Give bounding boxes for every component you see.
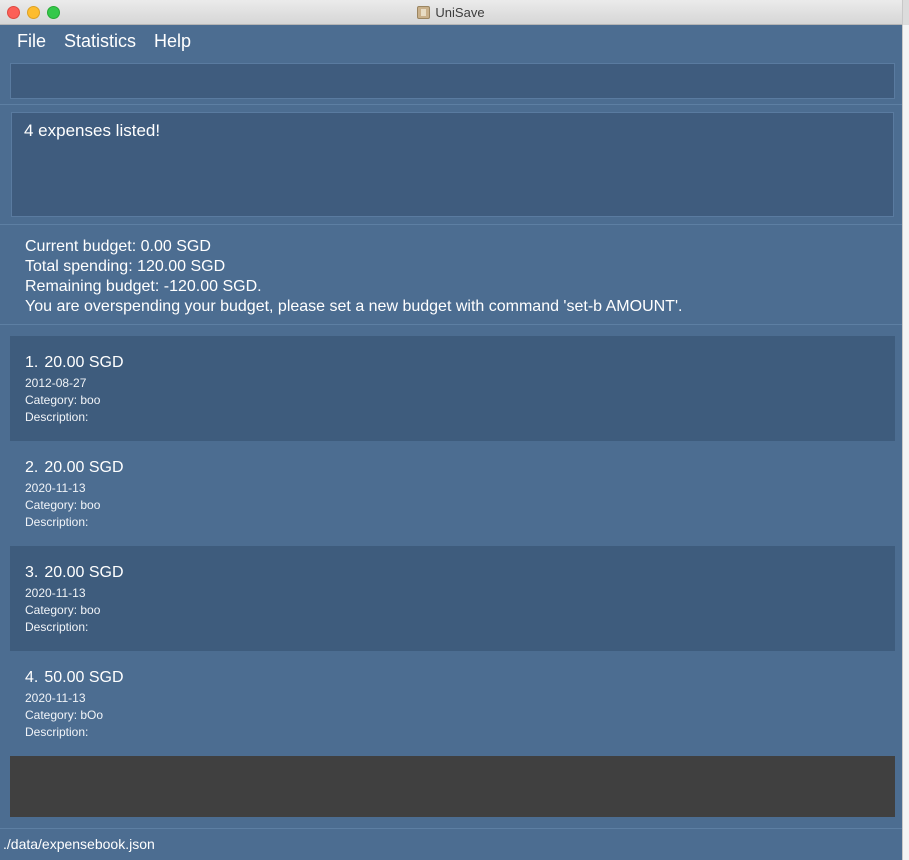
expense-amount: 20.00 SGD: [44, 459, 124, 476]
expense-header: 4. 50.00 SGD: [25, 669, 880, 687]
divider: [0, 104, 902, 105]
menu-help[interactable]: Help: [145, 25, 200, 58]
divider: [0, 324, 902, 325]
expense-card[interactable]: 2. 20.00 SGD 2020-11-13 Category: boo Des…: [10, 441, 895, 546]
expense-amount: 50.00 SGD: [44, 669, 124, 686]
expense-header: 1. 20.00 SGD: [25, 354, 880, 372]
expense-index: 3.: [25, 564, 39, 581]
expense-date: 2020-11-13: [25, 481, 86, 495]
total-spending: Total spending: 120.00 SGD: [25, 258, 226, 275]
app-window: UniSave File Statistics Help 4 expenses …: [0, 0, 902, 860]
expense-category: Category: bOo: [25, 708, 104, 722]
command-input[interactable]: [10, 63, 895, 99]
expense-header: 3. 20.00 SGD: [25, 564, 880, 582]
budget-panel: Current budget: 0.00 SGD Total spending:…: [25, 237, 682, 317]
background-window-edge: [902, 0, 909, 860]
divider: [0, 224, 902, 225]
result-display: 4 expenses listed!: [11, 112, 894, 217]
overspending-warning: You are overspending your budget, please…: [25, 298, 683, 315]
expense-date: 2012-08-27: [25, 376, 87, 390]
expense-category: Category: boo: [25, 498, 101, 512]
current-budget: Current budget: 0.00 SGD: [25, 238, 211, 255]
status-bar-path: ./data/expensebook.json: [3, 836, 155, 852]
expense-description: Description:: [25, 410, 89, 424]
expense-amount: 20.00 SGD: [44, 564, 124, 581]
menu-statistics[interactable]: Statistics: [55, 25, 145, 58]
expense-index: 4.: [25, 669, 39, 686]
bottom-panel: [10, 756, 895, 817]
expense-header: 2. 20.00 SGD: [25, 459, 880, 477]
remaining-budget: Remaining budget: -120.00 SGD.: [25, 278, 262, 295]
expense-description: Description:: [25, 620, 89, 634]
expense-description: Description:: [25, 515, 89, 529]
expense-description: Description:: [25, 725, 89, 739]
divider: [0, 828, 902, 829]
expense-date: 2020-11-13: [25, 586, 86, 600]
title-bar: UniSave: [0, 0, 902, 25]
app-icon: [417, 6, 431, 19]
expense-date: 2020-11-13: [25, 691, 86, 705]
expense-card[interactable]: 1. 20.00 SGD 2012-08-27 Category: boo Des…: [10, 336, 895, 441]
expense-category: Category: boo: [25, 393, 101, 407]
menu-file[interactable]: File: [8, 25, 55, 58]
result-message: 4 expenses listed!: [24, 121, 161, 140]
window-title: UniSave: [435, 5, 485, 20]
expense-list: 1. 20.00 SGD 2012-08-27 Category: boo Des…: [10, 336, 895, 756]
menu-bar: File Statistics Help: [0, 25, 902, 58]
expense-index: 2.: [25, 459, 39, 476]
expense-card[interactable]: 4. 50.00 SGD 2020-11-13 Category: bOo Des…: [10, 651, 895, 756]
expense-index: 1.: [25, 354, 39, 371]
expense-amount: 20.00 SGD: [44, 354, 124, 371]
expense-category: Category: boo: [25, 603, 101, 617]
expense-card[interactable]: 3. 20.00 SGD 2020-11-13 Category: boo Des…: [10, 546, 895, 651]
